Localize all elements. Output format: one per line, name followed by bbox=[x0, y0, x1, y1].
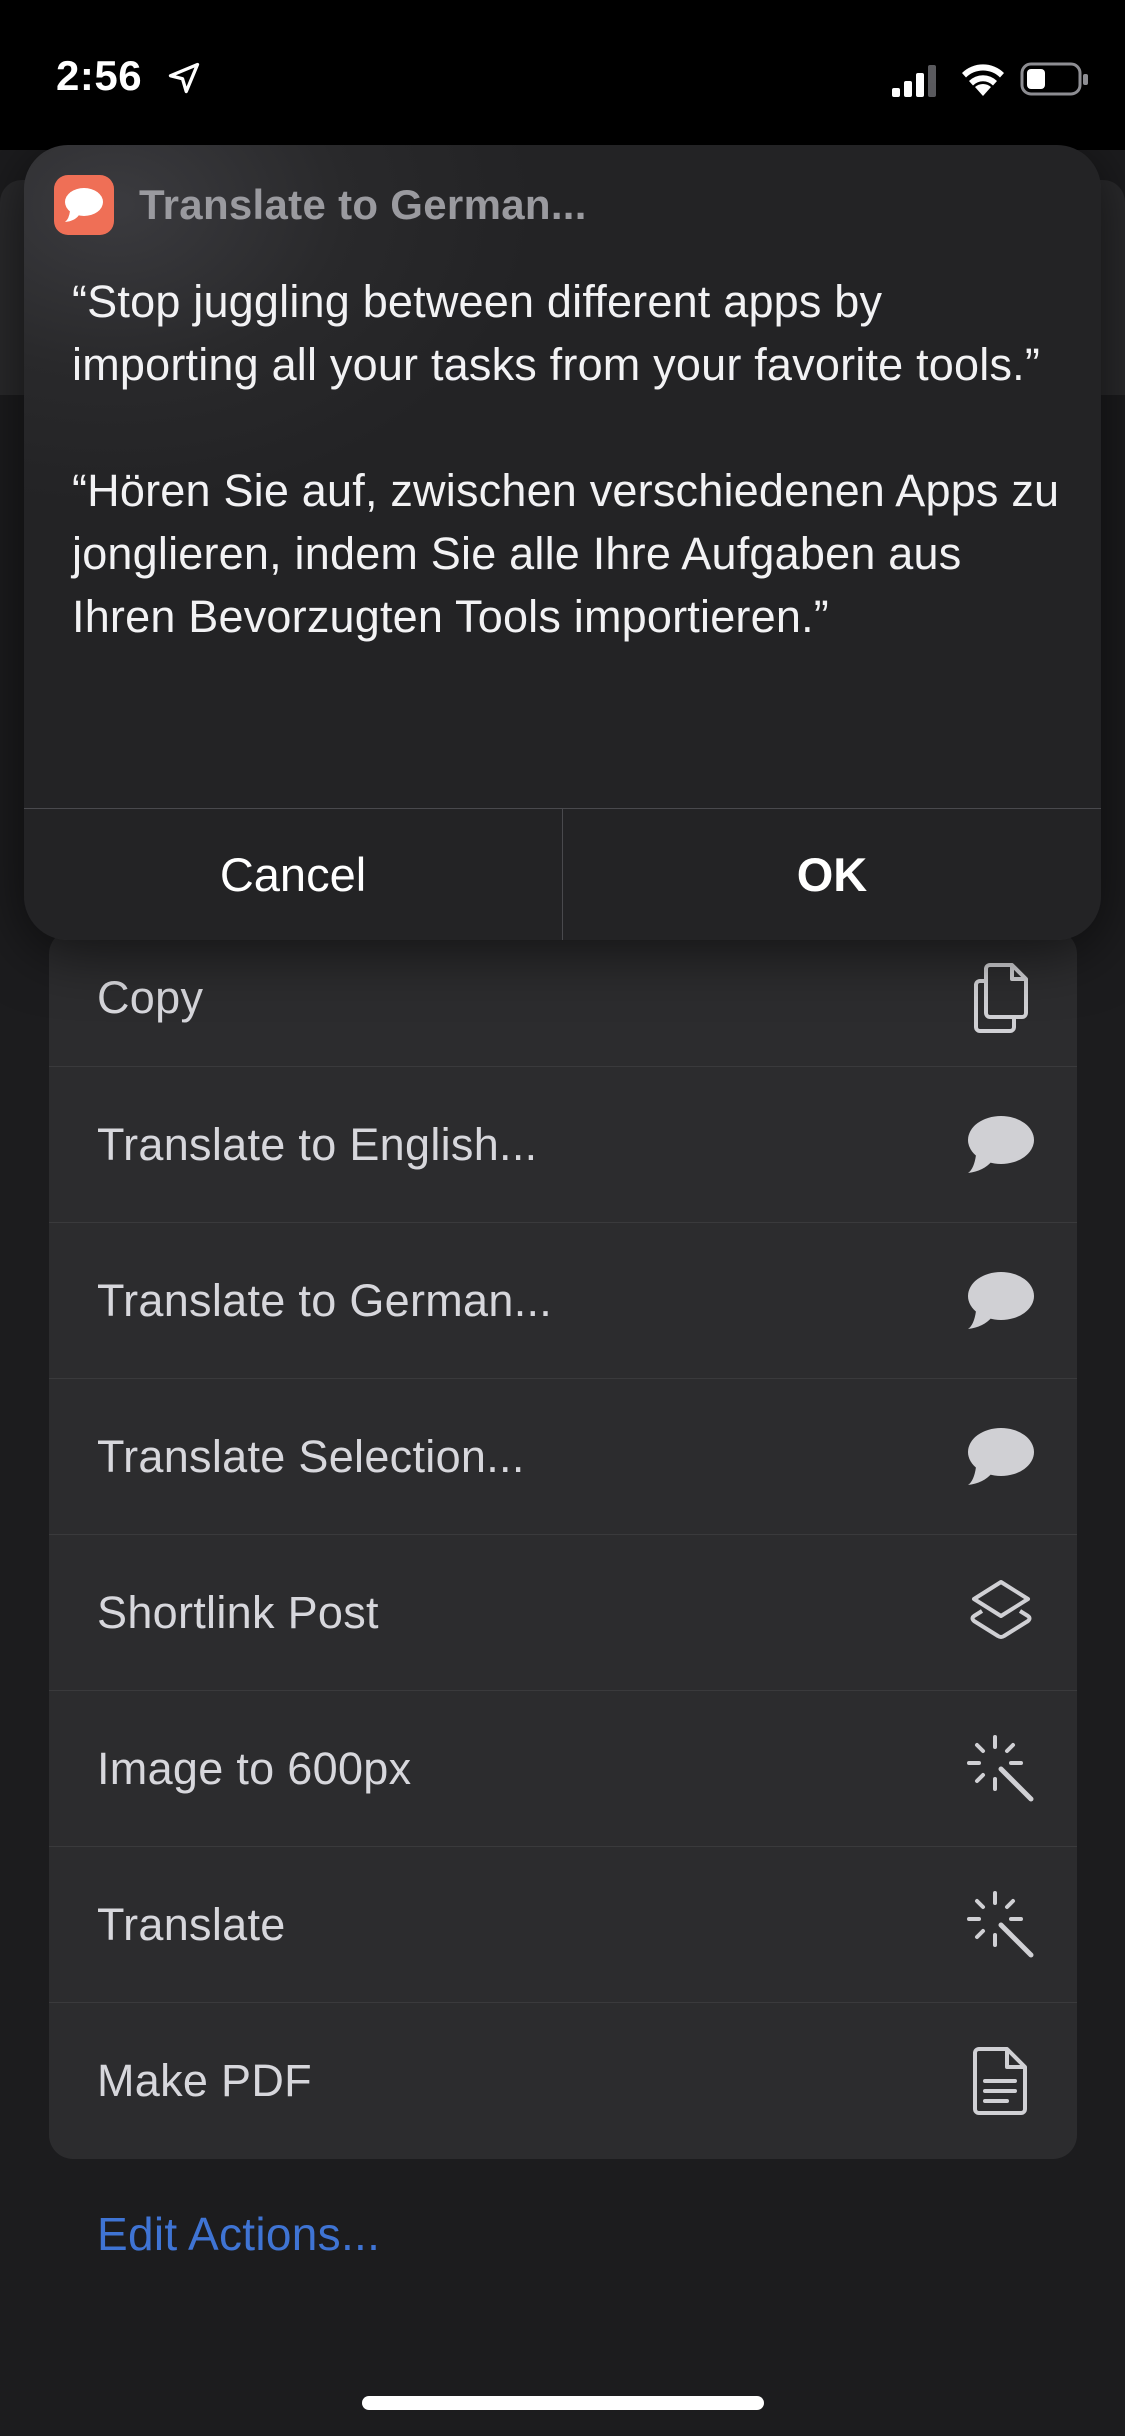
action-label: Make PDF bbox=[97, 2055, 312, 2106]
action-label: Shortlink Post bbox=[97, 1586, 379, 1638]
action-label: Image to 600px bbox=[97, 1742, 412, 1794]
alert-dialog: Translate to German... “Stop juggling be… bbox=[24, 145, 1101, 940]
action-translate-selection[interactable]: Translate Selection... bbox=[49, 1379, 1077, 1535]
home-indicator[interactable] bbox=[362, 2396, 764, 2410]
action-make-pdf[interactable]: Make PDF bbox=[49, 2003, 1077, 2159]
action-label: Translate bbox=[97, 1898, 286, 1950]
screen: 2:56 Copy Translate to English... Transl… bbox=[0, 0, 1125, 2436]
copy-icon bbox=[965, 962, 1037, 1034]
wifi-icon bbox=[962, 64, 1004, 96]
status-bar: 2:56 bbox=[0, 0, 1125, 150]
action-translate-to-german[interactable]: Translate to German... bbox=[49, 1223, 1077, 1379]
action-copy[interactable]: Copy bbox=[49, 930, 1077, 1067]
action-translate-to-english[interactable]: Translate to English... bbox=[49, 1067, 1077, 1223]
action-list: Copy Translate to English... Translate t… bbox=[49, 930, 1077, 2159]
action-translate[interactable]: Translate bbox=[49, 1847, 1077, 2003]
action-label: Translate Selection... bbox=[97, 1430, 525, 1482]
magic-wand-icon bbox=[965, 1733, 1037, 1805]
edit-actions-link[interactable]: Edit Actions... bbox=[97, 2207, 380, 2261]
location-arrow-icon bbox=[168, 62, 200, 94]
alert-button-bar: Cancel OK bbox=[24, 808, 1101, 940]
document-icon bbox=[965, 2045, 1037, 2117]
speech-bubble-icon bbox=[54, 175, 114, 235]
alert-original-text: “Stop juggling between different apps by… bbox=[72, 276, 1041, 390]
alert-message: “Stop juggling between different apps by… bbox=[72, 270, 1062, 648]
speech-bubble-icon bbox=[965, 1109, 1037, 1181]
action-image-to-600px[interactable]: Image to 600px bbox=[49, 1691, 1077, 1847]
action-label: Translate to German... bbox=[97, 1274, 553, 1326]
alert-title: Translate to German... bbox=[139, 181, 587, 228]
battery-icon bbox=[1020, 62, 1088, 96]
cellular-signal-icon bbox=[892, 65, 936, 97]
shortcuts-layers-icon bbox=[965, 1577, 1037, 1649]
action-shortlink-post[interactable]: Shortlink Post bbox=[49, 1535, 1077, 1691]
magic-wand-icon bbox=[965, 1889, 1037, 1961]
status-time: 2:56 bbox=[56, 52, 143, 99]
cancel-button[interactable]: Cancel bbox=[24, 809, 563, 940]
action-label: Translate to English... bbox=[97, 1118, 538, 1170]
ok-button[interactable]: OK bbox=[563, 809, 1101, 940]
speech-bubble-icon bbox=[965, 1421, 1037, 1493]
alert-translated-text: “Hören Sie auf, zwischen verschiedenen A… bbox=[72, 465, 1060, 642]
speech-bubble-icon bbox=[965, 1265, 1037, 1337]
action-label: Copy bbox=[97, 972, 204, 1023]
